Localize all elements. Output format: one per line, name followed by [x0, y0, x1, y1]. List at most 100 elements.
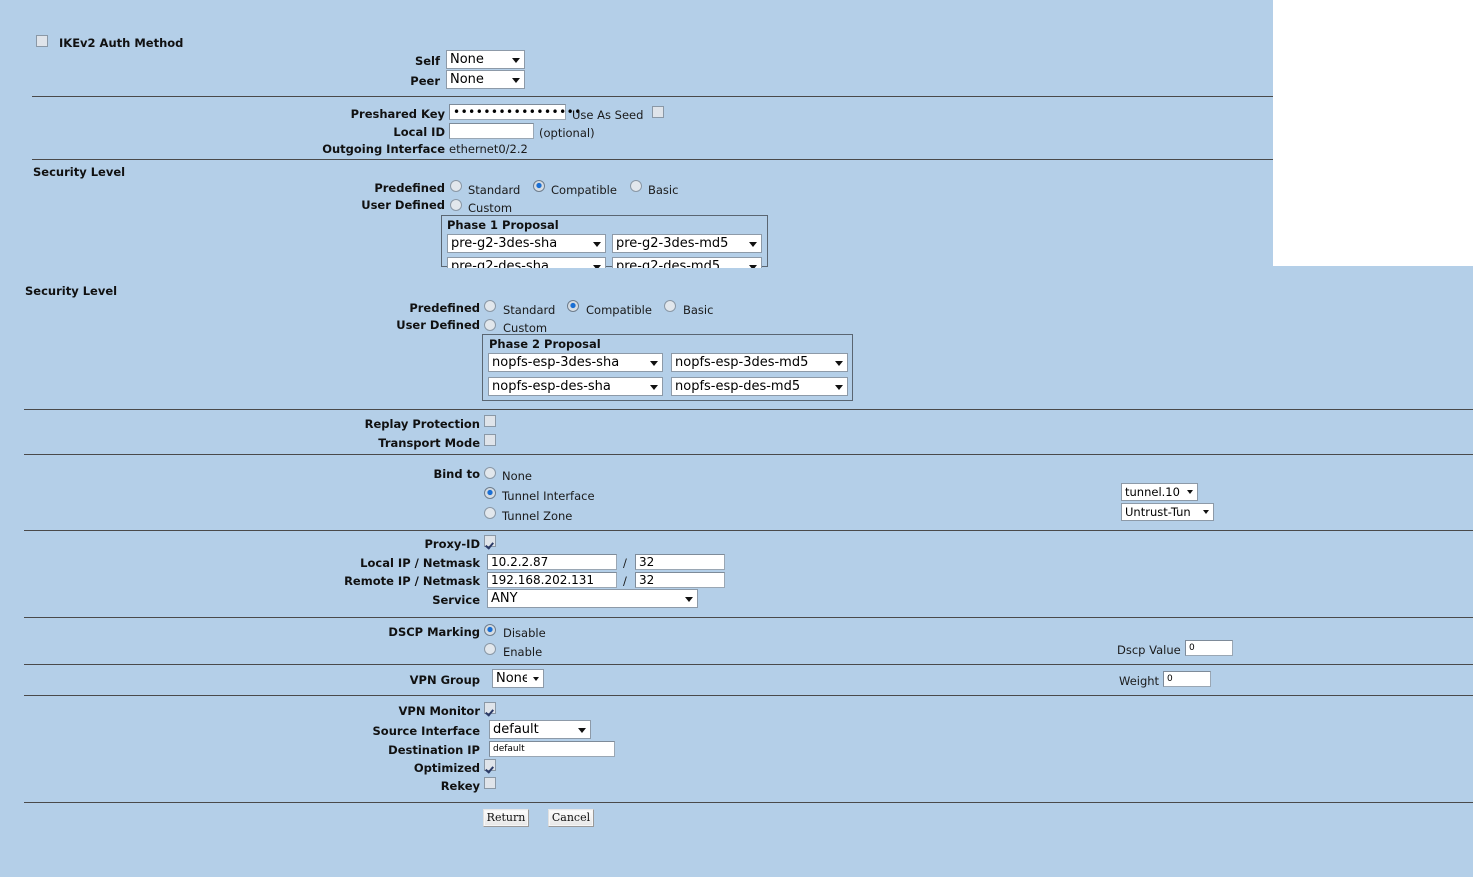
- local-ip-input[interactable]: 10.2.2.87: [487, 554, 617, 570]
- remote-netmask-input[interactable]: 32: [635, 572, 725, 588]
- preshared-key-input[interactable]: •••••••••••••••••: [449, 104, 581, 120]
- phase1-proposal-0-0-wrap[interactable]: pre-g2-3des-sha: [447, 234, 606, 254]
- replay-protection-label: Replay Protection: [364, 417, 480, 431]
- divider: [24, 664, 1473, 665]
- bind-to-label: Bind to: [433, 467, 480, 481]
- proxy-id-label: Proxy-ID: [424, 537, 480, 551]
- vpn-group-select-wrap[interactable]: None: [492, 669, 544, 688]
- phase2-radio-standard[interactable]: [484, 300, 496, 312]
- phase2-radio-custom[interactable]: [484, 319, 496, 331]
- divider: [24, 454, 1473, 455]
- optimized-checkbox[interactable]: [484, 759, 496, 771]
- destination-ip-label: Destination IP: [388, 743, 480, 757]
- phase1-proposal-0-1-wrap[interactable]: pre-g2-3des-md5: [612, 234, 762, 254]
- phase2-predefined-label: Predefined: [409, 301, 480, 315]
- phase2-compatible-label: Compatible: [586, 303, 652, 317]
- phase2-radio-compatible[interactable]: [567, 300, 579, 312]
- local-id-hint: (optional): [539, 126, 595, 140]
- phase2-proposal-1-1-wrap[interactable]: nopfs-esp-des-md5: [671, 377, 848, 397]
- security-level-phase1-title: Security Level: [33, 165, 126, 179]
- bind-to-none-label: None: [502, 469, 533, 483]
- phase1-standard-label: Standard: [468, 183, 521, 197]
- ikev2-auth-method-label: IKEv2 Auth Method: [59, 36, 184, 50]
- phase2-radio-basic[interactable]: [664, 300, 676, 312]
- local-ip-netmask-label: Local IP / Netmask: [360, 556, 480, 570]
- phase2-proposal-0-0-wrap[interactable]: nopfs-esp-3des-sha: [488, 353, 663, 373]
- use-as-seed-checkbox[interactable]: [652, 106, 664, 118]
- destination-ip-input[interactable]: default: [489, 741, 615, 757]
- phase2-proposal-0-1-select[interactable]: nopfs-esp-3des-md5: [671, 353, 848, 372]
- replay-protection-checkbox[interactable]: [484, 415, 496, 427]
- source-interface-select[interactable]: default: [489, 720, 591, 739]
- bind-to-radio-tunnel-zone[interactable]: [484, 507, 496, 519]
- divider: [32, 96, 1473, 97]
- weight-label: Weight: [1119, 674, 1160, 688]
- phase2-custom-label: Custom: [503, 321, 548, 335]
- tunnel-interface-select[interactable]: tunnel.10: [1121, 483, 1198, 501]
- local-netmask-input[interactable]: 32: [635, 554, 725, 570]
- divider: [24, 530, 1473, 531]
- tunnel-interface-select-wrap[interactable]: tunnel.10: [1121, 483, 1198, 501]
- phase1-radio-standard[interactable]: [450, 180, 462, 192]
- vpn-group-label: VPN Group: [409, 673, 480, 687]
- phase1-radio-custom[interactable]: [450, 199, 462, 211]
- divider: [24, 409, 1473, 410]
- preshared-key-label: Preshared Key: [350, 107, 445, 121]
- outgoing-interface-value: ethernet0/2.2: [449, 142, 528, 156]
- phase2-proposal-0-1-wrap[interactable]: nopfs-esp-3des-md5: [671, 353, 848, 373]
- remote-ip-input[interactable]: 192.168.202.131: [487, 572, 617, 588]
- bind-to-radio-tunnel-interface[interactable]: [484, 487, 496, 499]
- dscp-value-label: Dscp Value: [1117, 643, 1181, 657]
- self-label: Self: [414, 54, 440, 68]
- self-select-wrap[interactable]: None: [446, 50, 525, 69]
- bind-to-radio-none[interactable]: [484, 467, 496, 479]
- tunnel-zone-select[interactable]: Untrust-Tun: [1121, 503, 1214, 521]
- phase2-proposal-title: Phase 2 Proposal: [489, 337, 601, 351]
- rekey-label: Rekey: [440, 779, 480, 793]
- phase1-predefined-label: Predefined: [374, 181, 445, 195]
- vpn-gateway-config-page: IKEv2 Auth Method Self None Peer None Pr…: [0, 0, 1473, 877]
- service-select-wrap[interactable]: ANY: [487, 589, 698, 608]
- ikev2-auth-method-checkbox[interactable]: [36, 35, 48, 47]
- phase1-radio-basic[interactable]: [630, 180, 642, 192]
- peer-select[interactable]: None: [446, 70, 525, 89]
- rekey-checkbox[interactable]: [484, 777, 496, 789]
- service-label: Service: [432, 593, 480, 607]
- peer-select-wrap[interactable]: None: [446, 70, 525, 89]
- local-id-input[interactable]: [449, 123, 534, 139]
- security-level-phase2-title: Security Level: [25, 284, 118, 298]
- phase1-basic-label: Basic: [648, 183, 679, 197]
- transport-mode-checkbox[interactable]: [484, 434, 496, 446]
- phase1-custom-label: Custom: [468, 201, 513, 215]
- phase1-proposal-0-1-select[interactable]: pre-g2-3des-md5: [612, 234, 762, 253]
- proxy-id-checkbox[interactable]: [484, 535, 496, 547]
- dscp-enable-label: Enable: [503, 645, 543, 659]
- phase2-proposal-1-1-select[interactable]: nopfs-esp-des-md5: [671, 377, 848, 396]
- cancel-button[interactable]: Cancel: [548, 809, 594, 827]
- phase2-proposal-1-0-wrap[interactable]: nopfs-esp-des-sha: [488, 377, 663, 397]
- phase1-radio-compatible[interactable]: [533, 180, 545, 192]
- remote-ip-netmask-label: Remote IP / Netmask: [344, 574, 480, 588]
- divider: [24, 802, 1473, 803]
- tunnel-zone-select-wrap[interactable]: Untrust-Tun: [1121, 503, 1214, 521]
- local-id-label: Local ID: [393, 125, 445, 139]
- dscp-value-input[interactable]: 0: [1185, 640, 1233, 656]
- dscp-radio-enable[interactable]: [484, 643, 496, 655]
- bind-to-tunnel-zone-label: Tunnel Zone: [502, 509, 573, 523]
- phase1-proposal-0-0-select[interactable]: pre-g2-3des-sha: [447, 234, 606, 253]
- source-interface-select-wrap[interactable]: default: [489, 720, 591, 739]
- phase2-proposal-1-0-select[interactable]: nopfs-esp-des-sha: [488, 377, 663, 396]
- lower-pane: Security Level Predefined Standard Compa…: [0, 268, 1473, 877]
- return-button[interactable]: Return: [483, 809, 529, 827]
- self-select[interactable]: None: [446, 50, 525, 69]
- phase1-user-defined-label: User Defined: [361, 198, 445, 212]
- service-select[interactable]: ANY: [487, 589, 698, 608]
- source-interface-label: Source Interface: [372, 724, 480, 738]
- transport-mode-label: Transport Mode: [378, 436, 480, 450]
- phase2-proposal-0-0-select[interactable]: nopfs-esp-3des-sha: [488, 353, 663, 372]
- vpn-monitor-checkbox[interactable]: [484, 702, 496, 714]
- remote-netmask-separator: /: [623, 574, 627, 588]
- weight-input[interactable]: 0: [1163, 671, 1211, 687]
- dscp-radio-disable[interactable]: [484, 624, 496, 636]
- vpn-group-select[interactable]: None: [492, 669, 544, 688]
